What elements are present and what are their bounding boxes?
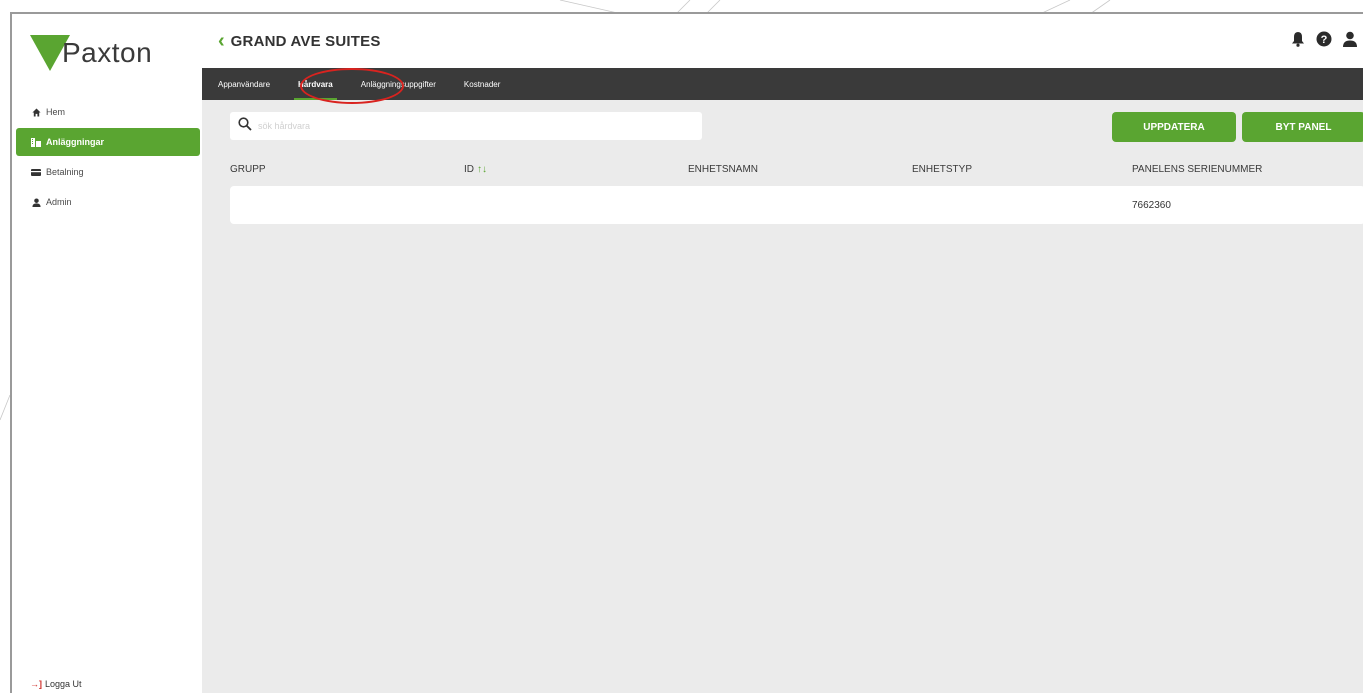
tab-bar: Appanvändare Hårdvara Anläggningsuppgift…	[202, 68, 1363, 104]
page-header: ‹ GRAND AVE SUITES ?	[202, 14, 1363, 68]
search-icon	[238, 116, 252, 136]
sidebar-item-hem[interactable]: Hem	[12, 98, 202, 126]
sidebar-nav: Hem Anläggningar Betalning Admin	[12, 98, 202, 218]
sidebar-item-anlaggningar[interactable]: Anläggningar	[16, 128, 200, 156]
app-window: Paxton Hem Anläggningar Betalning Admin …	[10, 12, 1363, 693]
logout-button[interactable]: →] Logga Ut	[30, 679, 82, 689]
page-title: GRAND AVE SUITES	[230, 32, 381, 50]
tab-hardvara[interactable]: Hårdvara	[294, 80, 337, 100]
update-button[interactable]: UPPDATERA	[1112, 112, 1236, 142]
help-icon[interactable]: ?	[1315, 30, 1333, 48]
credit-card-icon	[30, 168, 42, 176]
main-content: ‹ GRAND AVE SUITES ? Appanvändare Hårdva…	[202, 14, 1363, 693]
chevron-left-icon: ‹	[218, 30, 225, 52]
header-icons: ?	[1289, 30, 1359, 48]
sidebar: Paxton Hem Anläggningar Betalning Admin …	[12, 14, 202, 693]
change-panel-button[interactable]: BYT PANEL	[1242, 112, 1363, 142]
tab-appanvandare[interactable]: Appanvändare	[218, 80, 270, 89]
logout-label: Logga Ut	[45, 679, 82, 689]
column-header-enhetstyp[interactable]: ENHETSTYP	[912, 164, 972, 175]
tab-anlaggningsuppgifter[interactable]: Anläggningsuppgifter	[361, 80, 436, 89]
sidebar-item-label: Hem	[46, 107, 66, 117]
table-header: GRUPP ID ↑↓ ENHETSNAMN ENHETSTYP PANELENS…	[230, 160, 1355, 180]
sidebar-item-label: Anläggningar	[46, 137, 104, 147]
home-icon	[30, 107, 42, 117]
cell-serienummer: 7662360	[1132, 200, 1171, 211]
column-header-id[interactable]: ID ↑↓	[464, 164, 487, 175]
sidebar-item-betalning[interactable]: Betalning	[12, 158, 202, 186]
building-icon	[30, 137, 42, 147]
search-box	[230, 112, 702, 140]
user-icon	[30, 197, 42, 207]
column-header-grupp[interactable]: GRUPP	[230, 164, 266, 175]
paxton-logo[interactable]: Paxton	[30, 32, 190, 74]
svg-text:?: ?	[1321, 34, 1328, 46]
user-icon[interactable]	[1341, 30, 1359, 48]
tab-kostnader[interactable]: Kostnader	[464, 80, 500, 89]
bell-icon[interactable]	[1289, 30, 1307, 48]
toolbar: UPPDATERA BYT PANEL	[230, 112, 1363, 142]
sidebar-item-label: Admin	[46, 197, 72, 207]
column-header-enhetsnamn[interactable]: ENHETSNAMN	[688, 164, 758, 175]
sidebar-item-label: Betalning	[46, 167, 84, 177]
column-header-label: ID	[464, 164, 474, 175]
logo-text: Paxton	[62, 37, 153, 68]
sort-icon[interactable]: ↑↓	[477, 164, 487, 175]
sidebar-item-admin[interactable]: Admin	[12, 188, 202, 216]
column-header-serienummer[interactable]: PANELENS SERIENUMMER	[1132, 164, 1262, 175]
search-input[interactable]	[258, 121, 658, 131]
table-row[interactable]: 7662360	[230, 186, 1363, 224]
back-button[interactable]: ‹ GRAND AVE SUITES	[218, 31, 381, 51]
logout-icon: →]	[30, 679, 42, 689]
